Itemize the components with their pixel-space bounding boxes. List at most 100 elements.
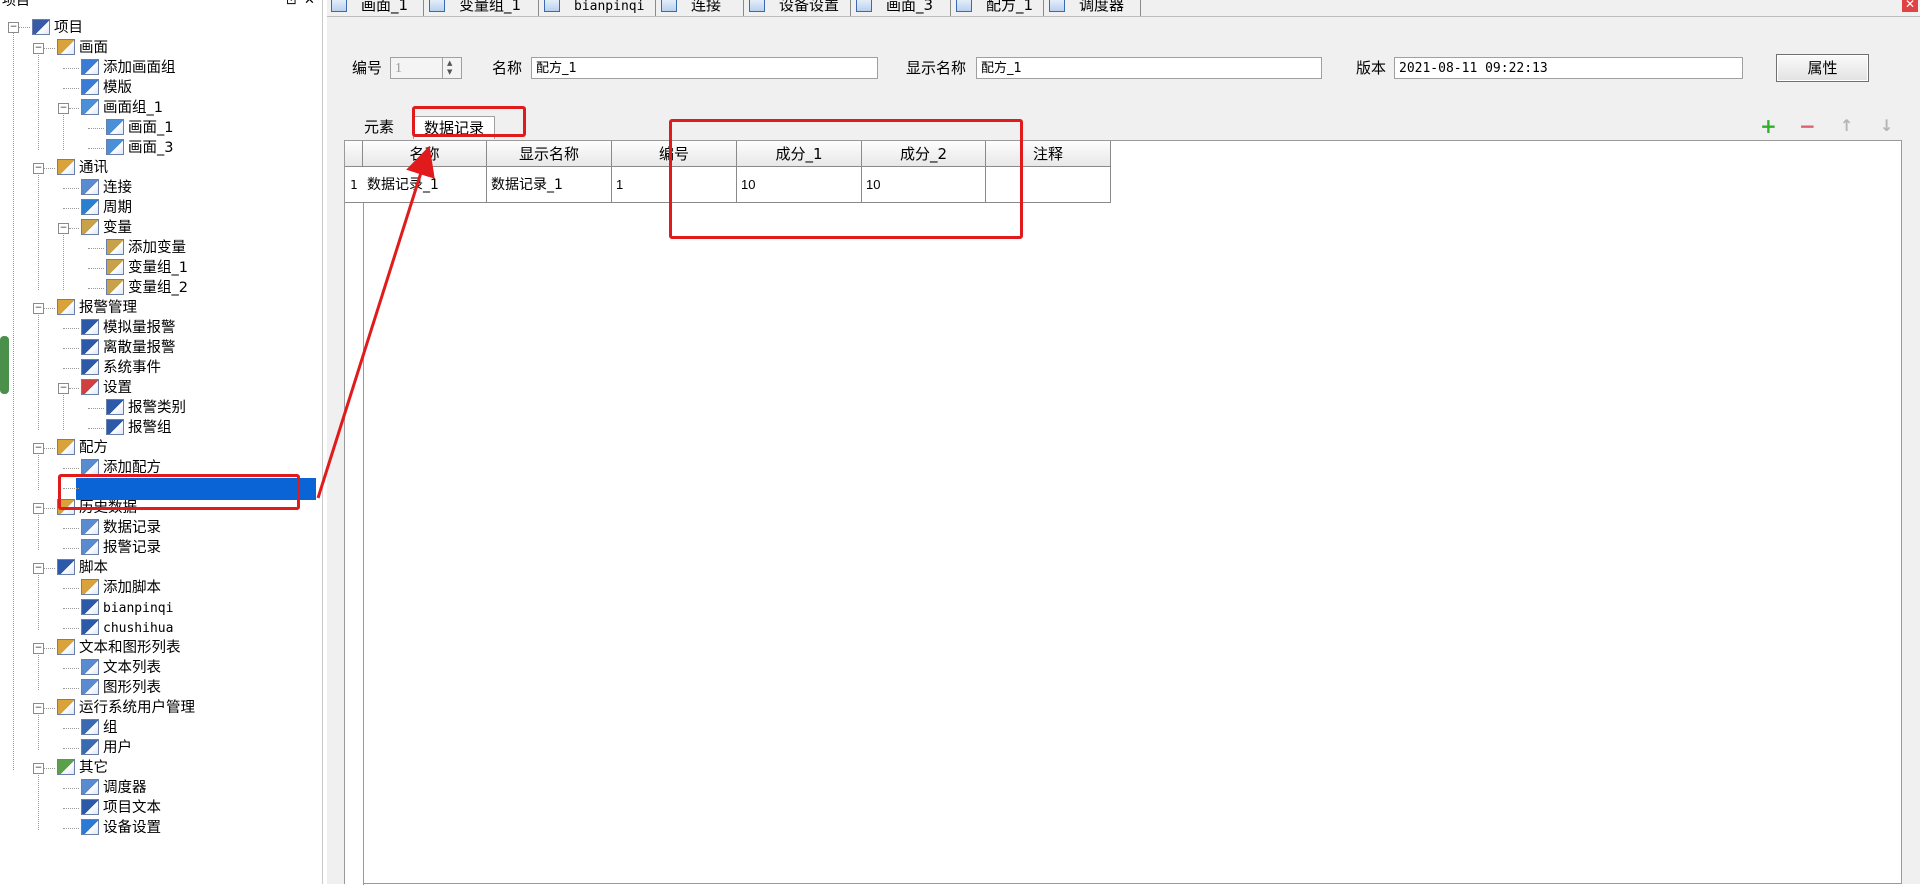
collapse-toggle-icon[interactable]: − [58, 223, 69, 234]
pin-icon[interactable]: ⊡ [286, 0, 297, 8]
project-text-icon [81, 799, 99, 815]
factory-icon [32, 19, 50, 35]
tree-item[interactable]: 项目文本 [81, 798, 161, 818]
spin-up-icon[interactable]: ▲ [447, 59, 452, 67]
tree-item[interactable]: 周期 [81, 198, 132, 218]
close-icon[interactable]: ✕ [304, 0, 315, 8]
tree-item[interactable]: 报警管理 [57, 298, 137, 318]
tree-item[interactable]: 系统事件 [81, 358, 161, 378]
tree-item[interactable]: 配方 [57, 438, 108, 458]
tree-item[interactable]: 文本列表 [81, 658, 161, 678]
collapse-toggle-icon[interactable]: − [33, 703, 44, 714]
tree-connector [63, 688, 79, 689]
doc-tab[interactable]: 画面_3 [852, 0, 951, 16]
tree-scrollbar[interactable] [0, 336, 9, 394]
tree-item[interactable]: 变量组_1 [106, 258, 188, 278]
move-up-icon[interactable]: ↑ [1840, 116, 1853, 136]
collapse-toggle-icon[interactable]: − [33, 643, 44, 654]
tree-item[interactable]: 报警组 [106, 418, 172, 438]
tab-icon [544, 0, 560, 12]
tree-item[interactable]: 用户 [81, 738, 132, 758]
tree-item[interactable]: bianpinqi [81, 598, 173, 618]
tree-item[interactable]: 项目 [32, 18, 83, 38]
tree-title: 项目 [2, 0, 30, 9]
tab-icon [856, 0, 872, 12]
collapse-toggle-icon[interactable]: − [33, 163, 44, 174]
tree-item[interactable]: 添加脚本 [81, 578, 161, 598]
spin-down-icon[interactable]: ▼ [447, 68, 452, 76]
tree-connector [63, 68, 79, 69]
tree-connector [38, 50, 39, 150]
tree-item[interactable]: 其它 [57, 758, 108, 778]
number-spinner[interactable]: ▲ ▼ [442, 57, 462, 79]
tree-item[interactable]: 连接 [81, 178, 132, 198]
table-cell[interactable]: 数据记录_1 [363, 167, 487, 203]
table-cell[interactable]: 数据记录_1 [487, 167, 612, 203]
collapse-toggle-icon[interactable]: − [33, 563, 44, 574]
tree-item[interactable]: 脚本 [57, 558, 108, 578]
tree-item[interactable]: 离散量报警 [81, 338, 176, 358]
tab-elements[interactable]: 元素 [349, 116, 409, 138]
tree-item[interactable]: 画面_3 [106, 138, 173, 158]
tree-item[interactable]: 模拟量报警 [81, 318, 176, 338]
tree-item[interactable]: 变量 [81, 218, 132, 238]
column-header[interactable]: 显示名称 [487, 141, 612, 167]
alarm-group-icon [106, 419, 124, 435]
tree-item[interactable]: 图形列表 [81, 678, 161, 698]
collapse-toggle-icon[interactable]: − [33, 443, 44, 454]
tree-item[interactable]: 变量组_2 [106, 278, 188, 298]
tab-label: 画面_1 [361, 0, 409, 14]
doc-tab[interactable]: bianpinqi [540, 0, 656, 16]
tree-item[interactable]: 模版 [81, 78, 132, 98]
tree-item-label: 离散量报警 [103, 340, 176, 356]
tree-connector [63, 528, 79, 529]
collapse-toggle-icon[interactable]: − [33, 43, 44, 54]
tree-item[interactable]: 添加变量 [106, 238, 186, 258]
move-down-icon[interactable]: ↓ [1880, 116, 1893, 136]
tree-item[interactable]: 通讯 [57, 158, 108, 178]
row-index[interactable]: 1 [345, 167, 363, 203]
collapse-toggle-icon[interactable]: − [33, 503, 44, 514]
tree-item[interactable]: 运行系统用户管理 [57, 698, 195, 718]
tree-connector [69, 108, 79, 109]
tree-item[interactable]: 画面组_1 [81, 98, 163, 118]
name-input[interactable]: 配方_1 [531, 57, 878, 79]
tab-icon [429, 0, 445, 12]
number-label: 编号 [352, 59, 383, 77]
tree-item[interactable]: 设备设置 [81, 818, 161, 838]
display-name-input[interactable]: 配方_1 [976, 57, 1322, 79]
doc-tab[interactable]: 连接 [657, 0, 744, 16]
column-header[interactable]: 名称 [363, 141, 487, 167]
tree-item[interactable]: 调度器 [81, 778, 147, 798]
collapse-toggle-icon[interactable]: − [33, 763, 44, 774]
tree-connector [44, 648, 55, 649]
properties-button[interactable]: 属性 [1776, 54, 1869, 82]
variable-icon [106, 259, 124, 275]
doc-tab[interactable]: 变量组_1 [425, 0, 539, 16]
doc-tab[interactable]: 设备设置 [745, 0, 851, 16]
close-editor-icon[interactable]: ✕ [1902, 0, 1918, 12]
tree-connector [63, 588, 79, 589]
remove-icon[interactable]: − [1799, 116, 1816, 136]
variable-icon [81, 219, 99, 235]
tree-item[interactable]: 数据记录 [81, 518, 161, 538]
doc-tab[interactable]: 配方_1 [952, 0, 1044, 16]
collapse-toggle-icon[interactable]: − [33, 303, 44, 314]
collapse-toggle-icon[interactable]: − [58, 383, 69, 394]
tree-item[interactable]: 画面_1 [106, 118, 173, 138]
version-input[interactable]: 2021-08-11 09:22:13 [1394, 57, 1743, 79]
doc-tab[interactable]: 调度器 [1045, 0, 1141, 16]
tree-item[interactable]: 报警记录 [81, 538, 161, 558]
tree-item[interactable]: 画面 [57, 38, 108, 58]
collapse-toggle-icon[interactable]: − [8, 22, 19, 33]
tree-item[interactable]: 设置 [81, 378, 132, 398]
tree-item[interactable]: 添加画面组 [81, 58, 176, 78]
doc-tab[interactable]: 画面_1 [327, 0, 424, 16]
tree-item[interactable]: 组 [81, 718, 118, 738]
version-label: 版本 [1356, 59, 1387, 77]
tree-item[interactable]: 文本和图形列表 [57, 638, 181, 658]
collapse-toggle-icon[interactable]: − [58, 103, 69, 114]
tree-item[interactable]: 报警类别 [106, 398, 186, 418]
add-icon[interactable]: + [1760, 116, 1777, 136]
tree-item[interactable]: chushihua [81, 618, 173, 638]
